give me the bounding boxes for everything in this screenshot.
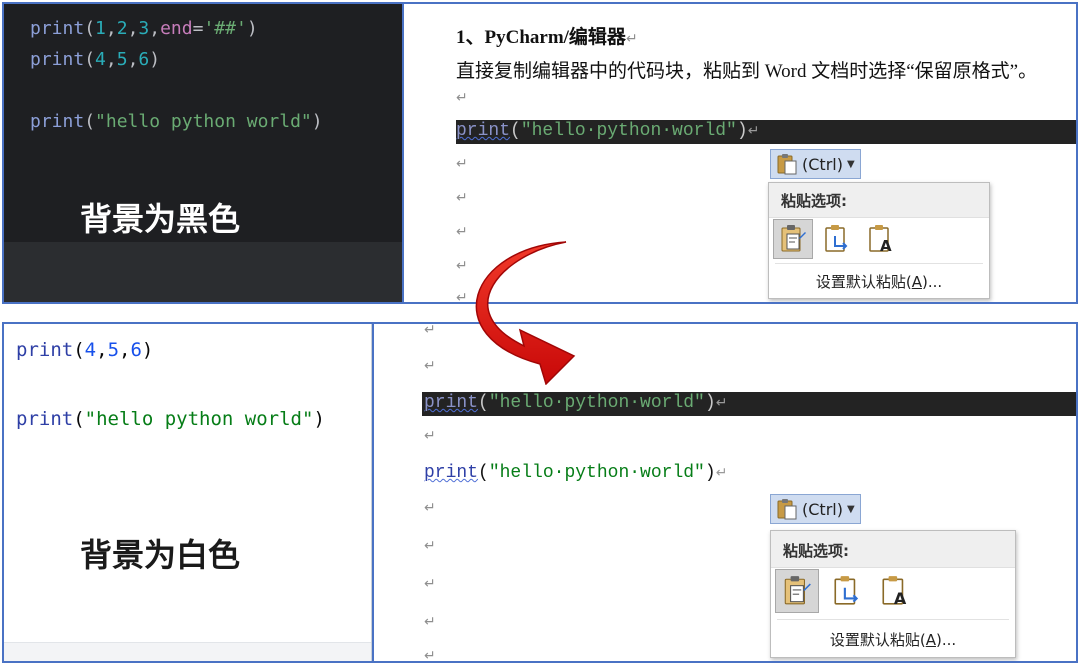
pasted-code-line: print("hello·python·world")↵ bbox=[456, 121, 760, 141]
paragraph-mark: ↵ bbox=[456, 190, 468, 206]
menu-title: 粘贴选项: bbox=[781, 192, 847, 210]
dark-background-caption: 背景为黑色 bbox=[80, 200, 241, 238]
keep-text-only-option[interactable]: A bbox=[861, 219, 901, 259]
keep-text-only-icon: A bbox=[882, 576, 907, 607]
paragraph-mark: ↵ bbox=[456, 224, 468, 240]
clipboard-icon bbox=[777, 154, 797, 175]
doc-heading: 1、PyCharm/编辑器↵ bbox=[456, 27, 638, 48]
ctrl-label: (Ctrl) bbox=[802, 154, 843, 174]
paragraph-mark: ↵ bbox=[456, 90, 468, 106]
keep-source-formatting-option[interactable] bbox=[775, 569, 819, 613]
ctrl-label: (Ctrl) bbox=[802, 499, 843, 519]
merge-formatting-icon bbox=[825, 225, 848, 252]
paragraph-mark: ↵ bbox=[424, 500, 436, 516]
code-line: print(4,5,6) bbox=[16, 339, 154, 361]
set-default-paste-item[interactable]: 设置默认粘贴(A)... bbox=[769, 271, 989, 292]
paste-options-menu: 粘贴选项: A 设置默认粘贴(A)... bbox=[770, 530, 1016, 658]
menu-separator bbox=[777, 619, 1009, 620]
paragraph-mark: ↵ bbox=[424, 614, 436, 630]
pasted-code-line-light: print("hello·python·world")↵ bbox=[424, 463, 728, 483]
svg-text:A: A bbox=[880, 237, 892, 254]
light-code-editor: print(4,5,6) print("hello python world") bbox=[4, 324, 372, 661]
paragraph-mark: ↵ bbox=[424, 322, 436, 338]
keep-source-formatting-option[interactable] bbox=[773, 219, 813, 259]
editor-lower-area bbox=[4, 642, 371, 661]
paragraph-mark: ↵ bbox=[424, 576, 436, 592]
keep-text-only-option[interactable]: A bbox=[873, 569, 917, 613]
light-background-caption: 背景为白色 bbox=[80, 536, 241, 574]
curved-arrow-icon bbox=[475, 241, 576, 385]
dark-code-editor: print(1,2,3,end='##') print(4,5,6) print… bbox=[4, 4, 402, 302]
menu-title: 粘贴选项: bbox=[783, 542, 849, 560]
code-line: print("hello python world") bbox=[16, 408, 325, 430]
set-default-paste-item[interactable]: 设置默认粘贴(A)... bbox=[771, 629, 1015, 650]
code-line: print(1,2,3,end='##') bbox=[30, 18, 258, 39]
doc-instruction-text: 直接复制编辑器中的代码块，粘贴到 Word 文档时选择“保留原格式”。 bbox=[456, 61, 1038, 82]
paragraph-mark: ↵ bbox=[424, 428, 436, 444]
keep-text-only-icon: A bbox=[869, 225, 892, 254]
chevron-down-icon: ▼ bbox=[846, 158, 855, 170]
code-line: print(4,5,6) bbox=[30, 49, 161, 70]
keep-source-formatting-icon bbox=[784, 576, 811, 605]
chevron-down-icon: ▼ bbox=[846, 503, 855, 515]
clipboard-icon bbox=[777, 499, 797, 520]
code-line: print("hello python world") bbox=[30, 111, 323, 132]
merge-formatting-option[interactable] bbox=[825, 569, 869, 613]
merge-formatting-icon bbox=[834, 576, 859, 605]
menu-separator bbox=[775, 263, 983, 264]
paste-options-ctrl-button[interactable]: (Ctrl) ▼ bbox=[770, 149, 861, 179]
paste-options-menu: 粘贴选项: A 设置默认粘贴(A)... bbox=[768, 182, 990, 299]
paragraph-mark: ↵ bbox=[424, 358, 436, 374]
keep-source-formatting-icon bbox=[781, 225, 806, 252]
merge-formatting-option[interactable] bbox=[817, 219, 857, 259]
editor-lower-area bbox=[4, 242, 402, 302]
paragraph-mark: ↵ bbox=[424, 538, 436, 554]
paragraph-mark: ↵ bbox=[424, 648, 436, 663]
paste-options-ctrl-button[interactable]: (Ctrl) ▼ bbox=[770, 494, 861, 524]
svg-text:A: A bbox=[894, 589, 907, 607]
paragraph-mark: ↵ bbox=[456, 156, 468, 172]
pasted-code-line-dark: print("hello·python·world")↵ bbox=[424, 393, 728, 413]
